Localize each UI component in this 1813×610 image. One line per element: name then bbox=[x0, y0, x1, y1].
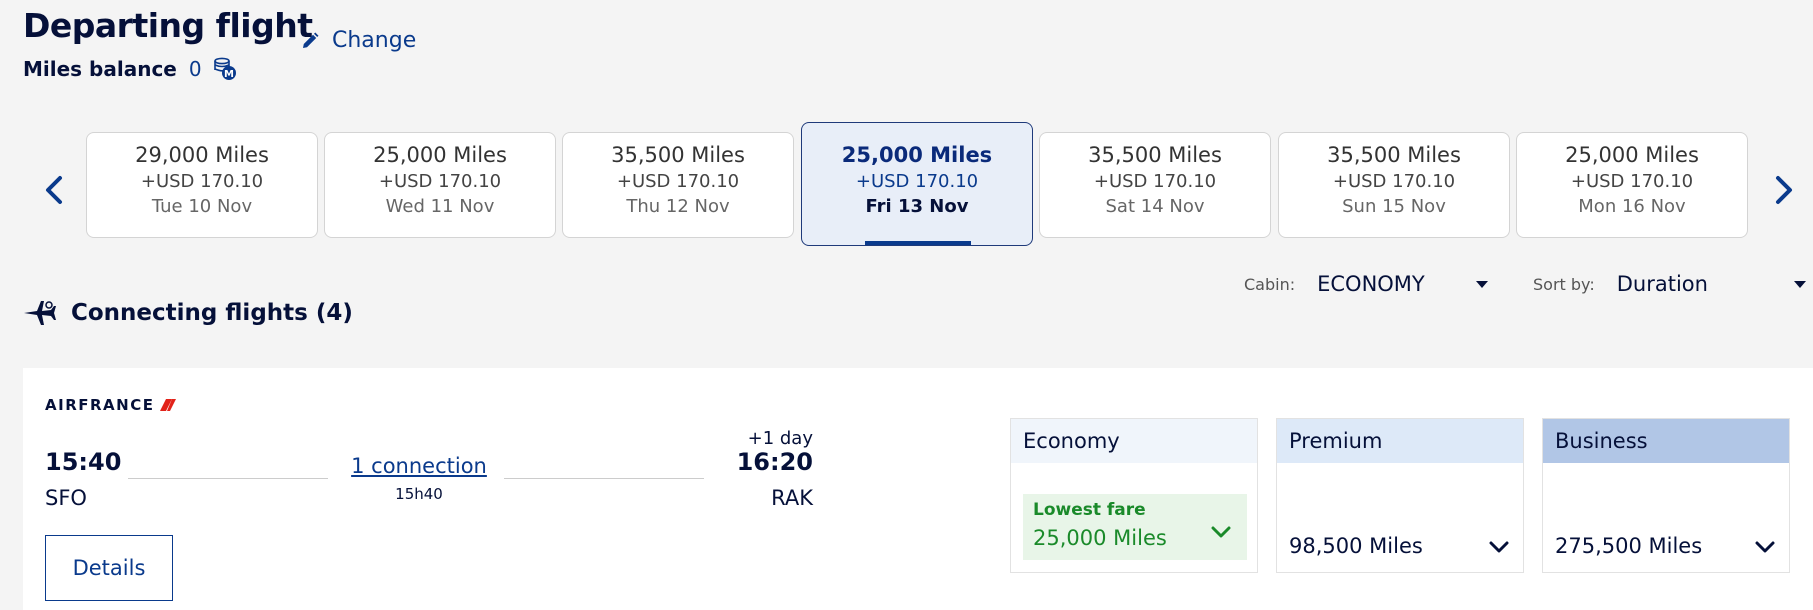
date-card-sun-15-nov[interactable]: 35,500 Miles +USD 170.10 Sun 15 Nov bbox=[1278, 132, 1510, 238]
route-line-left bbox=[128, 478, 328, 479]
fare-economy[interactable]: Economy Lowest fare 25,000 Miles bbox=[1010, 418, 1258, 573]
date-usd: +USD 170.10 bbox=[855, 171, 979, 192]
date-card-mon-16-nov[interactable]: 25,000 Miles +USD 170.10 Mon 16 Nov bbox=[1516, 132, 1748, 238]
chevron-left-icon[interactable] bbox=[40, 170, 70, 210]
date-card-tue-10-nov[interactable]: 29,000 Miles +USD 170.10 Tue 10 Nov bbox=[86, 132, 318, 238]
miles-balance-label: Miles balance bbox=[23, 57, 177, 81]
fare-business[interactable]: Business 275,500 Miles bbox=[1542, 418, 1790, 573]
selected-date-indicator bbox=[865, 241, 971, 245]
results-title: Connecting flights (4) bbox=[71, 300, 353, 326]
date-miles: 25,000 Miles bbox=[373, 143, 507, 167]
results-heading: Connecting flights (4) bbox=[23, 300, 353, 326]
date-miles: 35,500 Miles bbox=[611, 143, 745, 167]
lowest-fare-label: Lowest fare bbox=[1033, 500, 1146, 520]
chevron-down-icon bbox=[1489, 541, 1509, 553]
date-miles: 25,000 Miles bbox=[841, 143, 993, 167]
date-label: Thu 12 Nov bbox=[626, 196, 730, 217]
economy-price: 25,000 Miles bbox=[1033, 526, 1167, 550]
miles-balance-value: 0 bbox=[188, 57, 202, 81]
sort-caret-icon[interactable] bbox=[1794, 281, 1806, 288]
airline-name: AIRFRANCE bbox=[45, 396, 155, 414]
sort-label: Sort by: bbox=[1533, 274, 1595, 294]
date-usd: +USD 170.10 bbox=[1093, 171, 1217, 192]
departure-time: 15:40 bbox=[45, 448, 122, 476]
date-usd: +USD 170.10 bbox=[1570, 171, 1694, 192]
date-miles: 35,500 Miles bbox=[1327, 143, 1461, 167]
date-usd: +USD 170.10 bbox=[140, 171, 264, 192]
date-card-wed-11-nov[interactable]: 25,000 Miles +USD 170.10 Wed 11 Nov bbox=[324, 132, 556, 238]
date-label: Wed 11 Nov bbox=[385, 196, 495, 217]
date-card-fri-13-nov[interactable]: 25,000 Miles +USD 170.10 Fri 13 Nov bbox=[801, 122, 1033, 246]
chevron-down-icon bbox=[1211, 526, 1231, 538]
connecting-flight-icon bbox=[24, 301, 56, 325]
connection-link[interactable]: 1 connection bbox=[349, 454, 489, 478]
miles-balance: Miles balance 0 M bbox=[23, 56, 238, 82]
date-label: Fri 13 Nov bbox=[865, 196, 969, 217]
fare-premium-header: Premium bbox=[1277, 419, 1523, 463]
date-card-thu-12-nov[interactable]: 35,500 Miles +USD 170.10 Thu 12 Nov bbox=[562, 132, 794, 238]
date-miles: 35,500 Miles bbox=[1088, 143, 1222, 167]
cabin-select[interactable]: Cabin: ECONOMY bbox=[1244, 272, 1425, 296]
page-header: Departing flight bbox=[23, 6, 313, 45]
date-miles: 25,000 Miles bbox=[1565, 143, 1699, 167]
pencil-icon bbox=[303, 32, 319, 48]
business-price: 275,500 Miles bbox=[1555, 534, 1703, 558]
cabin-caret-icon[interactable] bbox=[1476, 281, 1488, 288]
chevron-down-icon bbox=[1755, 541, 1775, 553]
sort-value: Duration bbox=[1616, 272, 1708, 296]
date-usd: +USD 170.10 bbox=[1332, 171, 1456, 192]
date-label: Sat 14 Nov bbox=[1105, 196, 1205, 217]
fare-business-header: Business bbox=[1543, 419, 1789, 463]
page-title: Departing flight bbox=[23, 6, 313, 45]
airfrance-stripe-icon bbox=[160, 399, 177, 411]
cabin-label: Cabin: bbox=[1244, 274, 1296, 294]
date-carousel: 29,000 Miles +USD 170.10 Tue 10 Nov 25,0… bbox=[0, 122, 1813, 252]
date-label: Sun 15 Nov bbox=[1342, 196, 1446, 217]
details-button[interactable]: Details bbox=[45, 535, 173, 601]
date-usd: +USD 170.10 bbox=[616, 171, 740, 192]
arrival-time: 16:20 bbox=[736, 448, 813, 476]
date-usd: +USD 170.10 bbox=[378, 171, 502, 192]
svg-text:M: M bbox=[224, 69, 234, 80]
premium-price: 98,500 Miles bbox=[1289, 534, 1423, 558]
sort-select[interactable]: Sort by: Duration bbox=[1533, 272, 1708, 296]
date-miles: 29,000 Miles bbox=[135, 143, 269, 167]
date-label: Tue 10 Nov bbox=[151, 196, 253, 217]
plus-day-indicator: +1 day bbox=[747, 428, 813, 449]
chevron-right-icon[interactable] bbox=[1768, 170, 1798, 210]
miles-coin-icon: M bbox=[213, 57, 236, 80]
airline-logo: AIRFRANCE bbox=[45, 396, 177, 414]
fare-economy-header: Economy bbox=[1011, 419, 1257, 463]
arrival-airport: RAK bbox=[771, 486, 813, 510]
departure-airport: SFO bbox=[45, 486, 87, 510]
cabin-value: ECONOMY bbox=[1317, 272, 1425, 296]
flight-duration: 15h40 bbox=[395, 485, 443, 503]
route-line-right bbox=[504, 478, 704, 479]
date-card-sat-14-nov[interactable]: 35,500 Miles +USD 170.10 Sat 14 Nov bbox=[1039, 132, 1271, 238]
change-button[interactable]: Change bbox=[300, 28, 416, 53]
date-label: Mon 16 Nov bbox=[1578, 196, 1686, 217]
change-label: Change bbox=[332, 28, 417, 53]
fare-premium[interactable]: Premium 98,500 Miles bbox=[1276, 418, 1524, 573]
